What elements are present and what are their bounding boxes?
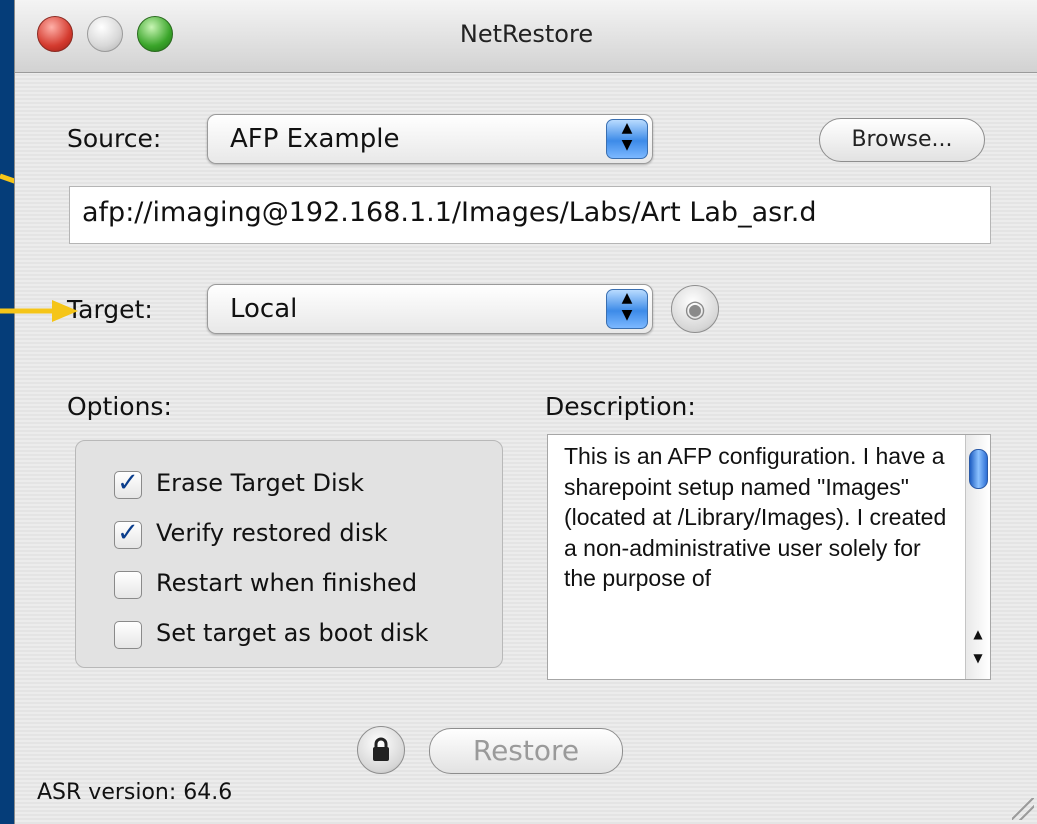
source-url-text: afp://imaging@192.168.1.1/Images/Labs/Ar… xyxy=(82,197,817,228)
browse-label: Browse... xyxy=(851,127,953,152)
asr-version-text: ASR version: 64.6 xyxy=(37,780,233,805)
browse-button[interactable]: Browse... xyxy=(819,118,985,162)
restore-button[interactable]: Restore xyxy=(429,728,623,774)
checkbox-unchecked-icon[interactable] xyxy=(114,571,142,599)
checkbox-checked-icon[interactable]: ✓ xyxy=(114,520,142,549)
source-popup[interactable]: AFP Example ▲ ▼ xyxy=(207,114,653,164)
source-url-field[interactable]: afp://imaging@192.168.1.1/Images/Labs/Ar… xyxy=(69,186,991,244)
source-selected: AFP Example xyxy=(230,124,400,154)
popup-stepper-icon: ▲ ▼ xyxy=(606,119,648,159)
description-text: This is an AFP configuration. I have a s… xyxy=(564,443,947,591)
lock-button[interactable] xyxy=(357,726,405,774)
target-popup[interactable]: Local ▲ ▼ xyxy=(207,284,653,334)
refresh-icon: ◉ xyxy=(684,295,706,323)
option-label: Erase Target Disk xyxy=(156,469,365,497)
scroll-up-arrow-icon[interactable]: ▲ xyxy=(966,627,990,641)
option-label: Set target as boot disk xyxy=(156,619,429,647)
callout-arrow-icon xyxy=(0,300,78,322)
resize-grip-icon[interactable] xyxy=(1012,798,1034,820)
description-scrollbar[interactable]: ▲ ▼ xyxy=(965,435,990,679)
title-bar[interactable]: NetRestore xyxy=(15,0,1037,73)
window-title: NetRestore xyxy=(459,20,594,48)
restore-label: Restore xyxy=(472,734,580,767)
options-group: ✓ Erase Target Disk ✓ Verify restored di… xyxy=(75,440,503,668)
option-label: Verify restored disk xyxy=(156,519,388,547)
source-label: Source: xyxy=(67,124,162,153)
options-label: Options: xyxy=(67,392,172,421)
checkbox-unchecked-icon[interactable] xyxy=(114,621,142,649)
scroll-down-arrow-icon[interactable]: ▼ xyxy=(966,651,990,665)
popup-stepper-icon: ▲ ▼ xyxy=(606,289,648,329)
refresh-button[interactable]: ◉ xyxy=(671,285,719,333)
lock-icon xyxy=(373,737,389,761)
description-textarea[interactable]: This is an AFP configuration. I have a s… xyxy=(547,434,991,680)
target-selected: Local xyxy=(230,294,298,324)
netrestore-window: NetRestore Source: AFP Example ▲ ▼ Browse… xyxy=(14,0,1037,824)
checkbox-checked-icon[interactable]: ✓ xyxy=(114,470,142,499)
description-label: Description: xyxy=(545,392,696,421)
option-label: Restart when finished xyxy=(156,569,418,597)
scroll-thumb[interactable] xyxy=(969,449,988,489)
